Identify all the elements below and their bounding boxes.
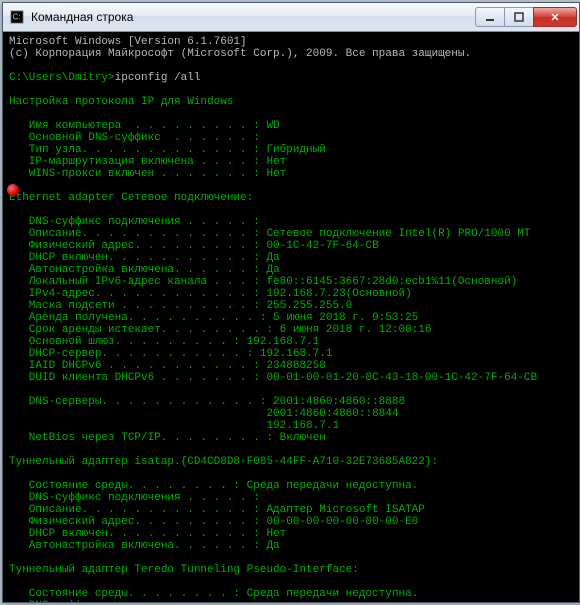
isatap-auto-val: Да bbox=[266, 540, 279, 552]
isatap-state-lbl: Состояние среды. . . . . . . . : bbox=[9, 480, 247, 492]
prompt-command: ipconfig /all bbox=[115, 72, 201, 84]
teredo-title: Туннельный адаптер Teredo Tunneling Pseu… bbox=[9, 564, 359, 576]
eth-dnssrv-val2: 2001:4860:4860::8844 bbox=[266, 408, 398, 420]
eth-netbios-lbl: NetBios через TCP/IP. . . . . . . . : bbox=[9, 432, 280, 444]
isatap-mac-lbl: Физический адрес. . . . . . . . . : bbox=[9, 516, 266, 528]
eth-mask-lbl: Маска подсети . . . . . . . . . . : bbox=[9, 300, 266, 312]
eth-ipv4-val: 192.168.7.23(Основной) bbox=[266, 288, 411, 300]
eth-gw-lbl: Основной шлюз. . . . . . . . . : bbox=[9, 336, 247, 348]
eth-mac-val: 00-1C-42-7F-64-CB bbox=[266, 240, 378, 252]
eth-dhcps-lbl: DHCP-сервер. . . . . . . . . . . : bbox=[9, 348, 260, 360]
host-wins-lbl: WINS-прокси включен . . . . . . . : bbox=[9, 168, 266, 180]
teredo-dns-suffix-lbl: DNS-суффикс подключения . . . . . : bbox=[9, 600, 260, 602]
eth-dhcp-val: Да bbox=[266, 252, 279, 264]
eth-iaid-val: 234888258 bbox=[266, 360, 325, 372]
highlight-dot-icon bbox=[7, 184, 19, 196]
eth-dhcps-val: 192.168.7.1 bbox=[260, 348, 333, 360]
maximize-button[interactable] bbox=[504, 7, 534, 27]
eth-dns-suffix-lbl: DNS-суффикс подключения . . . . . : bbox=[9, 216, 260, 228]
isatap-state-val: Среда передачи недоступна. bbox=[247, 480, 419, 492]
output-header: Настройка протокола IP для Windows bbox=[9, 96, 233, 108]
cmd-icon: C: bbox=[9, 9, 25, 25]
cmd-window: C: Командная строка Microsoft Windows [V… bbox=[2, 2, 580, 603]
prompt-path: C:\Users\Dmitry> bbox=[9, 72, 115, 84]
banner-line1: Microsoft Windows [Version 6.1.7601] bbox=[9, 36, 247, 48]
titlebar[interactable]: C: Командная строка bbox=[3, 3, 579, 32]
teredo-state-lbl: Состояние среды. . . . . . . . : bbox=[9, 588, 247, 600]
isatap-desc-val: Адаптер Microsoft ISATAP bbox=[266, 504, 424, 516]
eth-dnssrv-lbl: DNS-серверы. . . . . . . . . . . . : bbox=[9, 396, 273, 408]
eth-dnssrv-pad bbox=[9, 408, 266, 420]
banner-line2: (c) Корпорация Майкрософт (Microsoft Cor… bbox=[9, 48, 471, 60]
eth-netbios-val: Включен bbox=[280, 432, 326, 444]
eth-title: Ethernet adapter Сетевое подключение: bbox=[9, 192, 253, 204]
eth-dnssrv-val1: 2001:4860:4860::8888 bbox=[273, 396, 405, 408]
minimize-button[interactable] bbox=[475, 7, 505, 27]
svg-text:C:: C: bbox=[13, 13, 21, 22]
eth-desc-lbl: Описание. . . . . . . . . . . . . : bbox=[9, 228, 266, 240]
eth-ipv6l-lbl: Локальный IPv6-адрес канала . . . : bbox=[9, 276, 266, 288]
eth-desc-val: Сетевое подключение Intel(R) PRO/1000 MT bbox=[266, 228, 530, 240]
eth-dnssrv-val3: 192.168.7.1 bbox=[266, 420, 339, 432]
eth-mask-val: 255.255.255.0 bbox=[266, 300, 352, 312]
console-output[interactable]: Microsoft Windows [Version 6.1.7601] (c)… bbox=[3, 32, 579, 602]
host-type-val: Гибридный bbox=[266, 144, 325, 156]
host-route-lbl: IP-маршрутизация включена . . . . : bbox=[9, 156, 266, 168]
window-buttons bbox=[476, 7, 577, 27]
eth-auto-lbl: Автонастройка включена. . . . . . : bbox=[9, 264, 266, 276]
close-button[interactable] bbox=[533, 7, 577, 27]
host-name-val: WD bbox=[266, 120, 279, 132]
eth-lease-o-val: 5 июня 2018 г. 9:53:25 bbox=[273, 312, 418, 324]
close-icon bbox=[550, 12, 560, 22]
host-name-lbl: Имя компьютера . . . . . . . . . : bbox=[9, 120, 266, 132]
eth-ipv4-lbl: IPv4-адрес. . . . . . . . . . . . : bbox=[9, 288, 266, 300]
window-title: Командная строка bbox=[31, 10, 476, 24]
isatap-mac-val: 00-00-00-00-00-00-00-E0 bbox=[266, 516, 418, 528]
eth-gw-val: 192.168.7.1 bbox=[247, 336, 320, 348]
eth-auto-val: Да bbox=[266, 264, 279, 276]
host-dns-lbl: Основной DNS-суффикс . . . . . . : bbox=[9, 132, 260, 144]
isatap-dhcp-val: Нет bbox=[266, 528, 286, 540]
isatap-dns-suffix-lbl: DNS-суффикс подключения . . . . . : bbox=[9, 492, 260, 504]
eth-iaid-lbl: IAID DHCPv6 . . . . . . . . . . . : bbox=[9, 360, 266, 372]
maximize-icon bbox=[514, 12, 524, 22]
host-wins-val: Нет bbox=[266, 168, 286, 180]
host-route-val: Нет bbox=[266, 156, 286, 168]
eth-duid-lbl: DUID клиента DHCPv6 . . . . . . . : bbox=[9, 372, 266, 384]
minimize-icon bbox=[485, 12, 495, 22]
isatap-auto-lbl: Автонастройка включена. . . . . . : bbox=[9, 540, 266, 552]
eth-lease-o-lbl: Аренда получена. . . . . . . . . . : bbox=[9, 312, 273, 324]
eth-lease-e-val: 6 июня 2018 г. 12:00:16 bbox=[280, 324, 432, 336]
eth-dnssrv-pad2 bbox=[9, 420, 266, 432]
isatap-dhcp-lbl: DHCP включен. . . . . . . . . . . : bbox=[9, 528, 266, 540]
eth-dhcp-lbl: DHCP включен. . . . . . . . . . . : bbox=[9, 252, 266, 264]
eth-ipv6l-val: fe80::6145:3667:28d0:ecb1%11(Основной) bbox=[266, 276, 517, 288]
eth-lease-e-lbl: Срок аренды истекает. . . . . . . . : bbox=[9, 324, 280, 336]
isatap-title: Туннельный адаптер isatap.{CD4CD8D8-F085… bbox=[9, 456, 438, 468]
eth-mac-lbl: Физический адрес. . . . . . . . . : bbox=[9, 240, 266, 252]
teredo-state-val: Среда передачи недоступна. bbox=[247, 588, 419, 600]
eth-duid-val: 00-01-00-01-20-0C-43-18-00-1C-42-7F-64-C… bbox=[266, 372, 537, 384]
isatap-desc-lbl: Описание. . . . . . . . . . . . . : bbox=[9, 504, 266, 516]
host-type-lbl: Тип узла. . . . . . . . . . . . . : bbox=[9, 144, 266, 156]
